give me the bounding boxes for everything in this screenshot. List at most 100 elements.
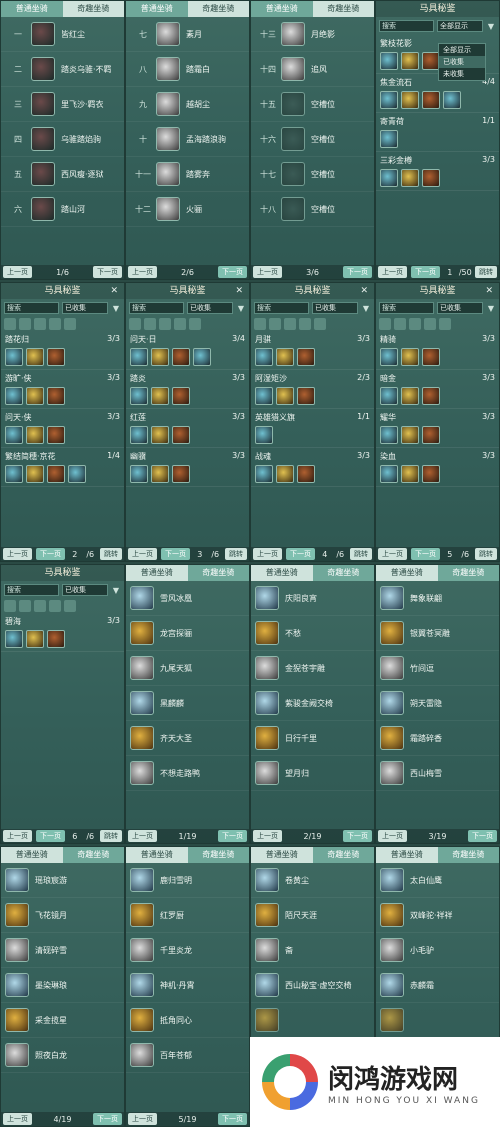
harness-set[interactable]: 游旷·侠 3/3 [1, 370, 124, 409]
harness-set[interactable]: 问天·日 3/4 [126, 331, 249, 370]
harness-item-icon[interactable] [380, 91, 398, 109]
mount-row[interactable]: 金猊苍宇雕 [251, 651, 374, 686]
mount-row[interactable]: 斋 [251, 933, 374, 968]
harness-item-icon[interactable] [26, 348, 44, 366]
tab-fun-mount[interactable]: 奇趣坐骑 [437, 565, 499, 581]
mount-row[interactable]: 照夜白龙 [1, 1038, 124, 1073]
harness-set[interactable]: 寄青荷 1/1 [376, 113, 499, 152]
harness-item-icon[interactable] [255, 387, 273, 405]
mount-row[interactable]: 小毛驴 [376, 933, 499, 968]
harness-item-icon[interactable] [380, 169, 398, 187]
harness-item-icon[interactable] [5, 348, 23, 366]
harness-item-icon[interactable] [47, 426, 65, 444]
mount-row[interactable]: 雪风冰凰 [126, 581, 249, 616]
mount-row[interactable]: 二 踏炎乌骓·不羁 [1, 52, 124, 87]
tab-normal-mount[interactable]: 普通坐骑 [251, 565, 313, 581]
mount-row[interactable]: 十一 踏雾奔 [126, 157, 249, 192]
harness-item-icon[interactable] [193, 348, 211, 366]
harness-set[interactable]: 染血 3/3 [376, 448, 499, 487]
next-page-button[interactable]: 下一页 [93, 1113, 122, 1125]
category-icon[interactable] [189, 318, 201, 330]
close-icon[interactable]: ✕ [110, 283, 118, 299]
tab-normal-mount[interactable]: 普通坐骑 [126, 1, 188, 17]
tab-fun-mount[interactable]: 奇趣坐骑 [437, 847, 499, 863]
next-page-button[interactable]: 下一页 [218, 266, 247, 278]
display-filter-select[interactable]: 已收集 [187, 302, 233, 314]
harness-item-icon[interactable] [5, 630, 23, 648]
mount-row[interactable]: 舞象联翩 [376, 581, 499, 616]
mount-row[interactable]: 双峰驼·祥祥 [376, 898, 499, 933]
next-page-button[interactable]: 下一页 [411, 266, 440, 278]
prev-page-button[interactable]: 上一页 [253, 266, 282, 278]
category-icon[interactable] [19, 600, 31, 612]
tab-fun-mount[interactable]: 奇趣坐骑 [63, 1, 125, 17]
category-icon[interactable] [49, 600, 61, 612]
next-page-button[interactable]: 下一页 [161, 548, 190, 560]
harness-item-icon[interactable] [422, 465, 440, 483]
category-icon[interactable] [49, 318, 61, 330]
jump-button[interactable]: 跳转 [475, 266, 497, 278]
display-filter-select[interactable]: 已收集 [312, 302, 358, 314]
mount-row[interactable]: 六 踏山河 [1, 192, 124, 227]
category-icon[interactable] [314, 318, 326, 330]
category-icon[interactable] [64, 600, 76, 612]
mount-row[interactable]: 朔天雷隐 [376, 686, 499, 721]
harness-item-icon[interactable] [422, 426, 440, 444]
harness-item-icon[interactable] [5, 426, 23, 444]
harness-item-icon[interactable] [276, 465, 294, 483]
tab-fun-mount[interactable]: 奇趣坐骑 [313, 1, 375, 17]
harness-set[interactable]: 英雄猎义旗 1/1 [251, 409, 374, 448]
harness-item-icon[interactable] [380, 426, 398, 444]
harness-item-icon[interactable] [172, 426, 190, 444]
harness-item-icon[interactable] [401, 52, 419, 70]
harness-item-icon[interactable] [255, 348, 273, 366]
mount-row[interactable]: 一 皆红尘 [1, 17, 124, 52]
filter-icon[interactable]: ▼ [361, 304, 371, 313]
harness-set[interactable]: 幽骥 3/3 [126, 448, 249, 487]
harness-item-icon[interactable] [172, 465, 190, 483]
display-filter-select[interactable]: 已收集 [437, 302, 483, 314]
harness-set[interactable]: 问天·侠 3/3 [1, 409, 124, 448]
prev-page-button[interactable]: 上一页 [3, 1113, 32, 1125]
harness-item-icon[interactable] [26, 630, 44, 648]
harness-set[interactable]: 战魂 3/3 [251, 448, 374, 487]
harness-item-icon[interactable] [130, 426, 148, 444]
prev-page-button[interactable]: 上一页 [378, 266, 407, 278]
mount-row[interactable]: 清砚碎雪 [1, 933, 124, 968]
mount-row[interactable]: 庆阳良宵 [251, 581, 374, 616]
category-icon[interactable] [34, 600, 46, 612]
tab-normal-mount[interactable]: 普通坐骑 [251, 847, 313, 863]
harness-set[interactable]: 踏花归 3/3 [1, 331, 124, 370]
harness-item-icon[interactable] [422, 387, 440, 405]
category-icon[interactable] [394, 318, 406, 330]
mount-row[interactable]: 神机·丹霄 [126, 968, 249, 1003]
mount-row[interactable]: 西山秘宝·虚空交椅 [251, 968, 374, 1003]
dropdown-option-all[interactable]: 全部显示 [439, 44, 485, 56]
harness-item-icon[interactable] [255, 426, 273, 444]
harness-item-icon[interactable] [401, 348, 419, 366]
tab-normal-mount[interactable]: 普通坐骑 [1, 847, 63, 863]
prev-page-button[interactable]: 上一页 [378, 830, 407, 842]
next-page-button[interactable]: 下一页 [218, 1113, 247, 1125]
harness-item-icon[interactable] [380, 130, 398, 148]
harness-item-icon[interactable] [401, 169, 419, 187]
next-page-button[interactable]: 下一页 [93, 266, 122, 278]
prev-page-button[interactable]: 上一页 [128, 1113, 157, 1125]
tab-fun-mount[interactable]: 奇趣坐骑 [312, 847, 374, 863]
harness-set[interactable]: 踏炎 3/3 [126, 370, 249, 409]
harness-item-icon[interactable] [422, 91, 440, 109]
harness-item-icon[interactable] [443, 91, 461, 109]
mount-row[interactable]: 紫骏金阙交椅 [251, 686, 374, 721]
mount-row[interactable]: 十八 空槽位 [251, 192, 374, 227]
harness-item-icon[interactable] [151, 426, 169, 444]
mount-row[interactable]: 三 里飞沙·羁衣 [1, 87, 124, 122]
jump-button[interactable]: 跳转 [350, 548, 372, 560]
harness-item-icon[interactable] [47, 465, 65, 483]
harness-item-icon[interactable] [151, 348, 169, 366]
filter-icon[interactable]: ▼ [486, 22, 496, 31]
jump-button[interactable]: 跳转 [225, 548, 247, 560]
harness-item-icon[interactable] [172, 387, 190, 405]
harness-item-icon[interactable] [130, 465, 148, 483]
mount-row[interactable]: 望月归 [251, 756, 374, 791]
tab-fun-mount[interactable]: 奇趣坐骑 [187, 847, 249, 863]
